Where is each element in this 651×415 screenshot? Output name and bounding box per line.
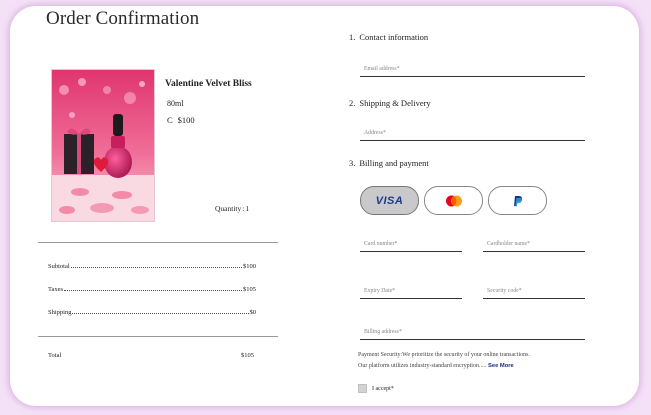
price-value: $100 bbox=[177, 115, 195, 125]
page-title: Order Confirmation bbox=[46, 8, 200, 29]
subtotal-row: Subtotal $100 bbox=[48, 260, 256, 270]
contact-heading: 1. Contact information bbox=[349, 32, 429, 42]
summary-divider-top bbox=[38, 242, 278, 243]
see-more-link[interactable]: See More bbox=[488, 363, 514, 369]
shipping-leader bbox=[72, 313, 249, 314]
accept-label: I accept bbox=[372, 385, 391, 392]
security-note-line2: Our platform utilizes industry-standard … bbox=[358, 363, 514, 369]
shipping-value: $0 bbox=[249, 309, 257, 316]
taxes-leader bbox=[64, 290, 242, 291]
summary-divider-bottom bbox=[38, 336, 278, 337]
paypal-button[interactable] bbox=[488, 186, 547, 215]
card-number-field[interactable]: Card number* bbox=[360, 238, 462, 252]
accept-checkbox-row[interactable]: I accept * bbox=[358, 384, 394, 393]
total-value: $105 bbox=[241, 352, 254, 359]
product-price: C $100 bbox=[167, 115, 195, 125]
product-quantity: Quantity:1 bbox=[215, 204, 250, 213]
taxes-label: Taxes bbox=[48, 286, 64, 293]
paypal-icon bbox=[513, 195, 522, 206]
taxes-row: Taxes $105 bbox=[48, 283, 256, 293]
expiry-date-field[interactable]: Expiry Date* bbox=[360, 285, 462, 299]
subtotal-label: Subtotal bbox=[48, 263, 70, 270]
visa-label: VISA bbox=[375, 194, 404, 207]
cardholder-name-field[interactable]: Cardholder name* bbox=[483, 238, 585, 252]
subtotal-value: $100 bbox=[243, 263, 256, 270]
visa-button[interactable]: VISA bbox=[360, 186, 419, 215]
quantity-label: Quantity bbox=[215, 204, 242, 213]
mastercard-button[interactable] bbox=[424, 186, 483, 215]
product-name: Valentine Velvet Bliss bbox=[165, 79, 252, 89]
payment-security-note: Payment Security:We prioritize the secur… bbox=[358, 350, 628, 372]
price-currency: C bbox=[167, 115, 173, 125]
email-field[interactable]: Email address* bbox=[360, 63, 585, 77]
billing-heading: 3. Billing and payment bbox=[349, 158, 429, 168]
product-volume: 80ml bbox=[167, 99, 184, 108]
subtotal-leader bbox=[70, 267, 242, 268]
taxes-value: $105 bbox=[243, 286, 256, 293]
perfume-photo-icon bbox=[52, 70, 154, 221]
shipping-heading: 2. Shipping & Delivery bbox=[349, 98, 431, 108]
security-code-field[interactable]: Security code* bbox=[483, 285, 585, 299]
shipping-label: Shipping bbox=[48, 309, 72, 316]
security-note-line1: Payment Security:We prioritize the secur… bbox=[358, 352, 530, 358]
total-label: Total bbox=[48, 352, 62, 359]
address-field[interactable]: Address* bbox=[360, 127, 585, 141]
accept-checkbox[interactable] bbox=[358, 384, 367, 393]
total-row: Total $105 bbox=[48, 352, 254, 359]
product-image bbox=[51, 69, 155, 222]
order-confirmation-card: Order Confirmation Valentine Velvet Blis… bbox=[10, 6, 639, 406]
quantity-value: 1 bbox=[245, 204, 250, 213]
mastercard-icon bbox=[445, 195, 462, 206]
billing-address-field[interactable]: Billing address* bbox=[360, 326, 585, 340]
shipping-row: Shipping $0 bbox=[48, 306, 256, 316]
